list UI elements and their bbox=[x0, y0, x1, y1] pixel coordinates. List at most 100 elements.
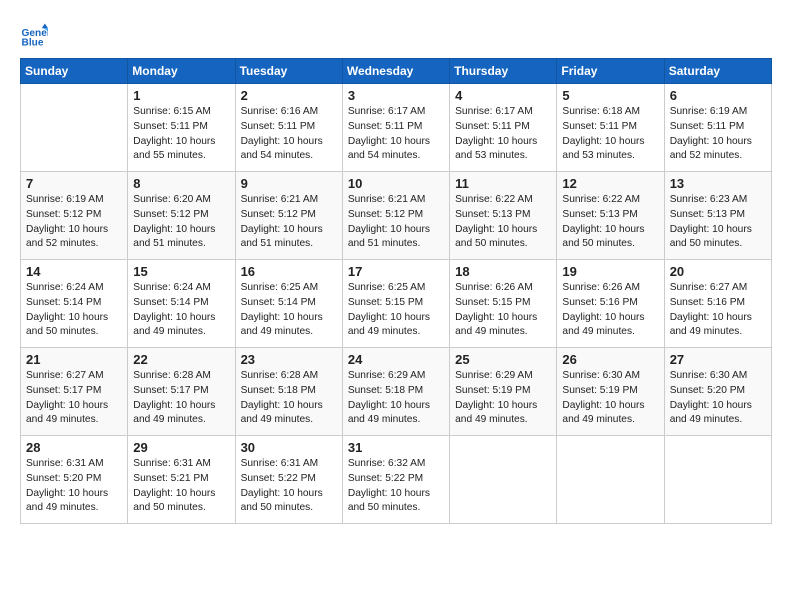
day-info: Sunrise: 6:18 AM Sunset: 5:11 PM Dayligh… bbox=[562, 105, 658, 164]
calendar-cell: 26 Sunrise: 6:30 AM Sunset: 5:19 PM Dayli… bbox=[557, 348, 664, 436]
calendar-week-row: 1 Sunrise: 6:15 AM Sunset: 5:11 PM Daylig… bbox=[21, 84, 772, 172]
calendar-page: General Blue SundayMondayTuesdayWednesda… bbox=[0, 0, 792, 612]
calendar-cell: 5Sunrise: 6:18 AM Sunset: 5:11 PM Daylig… bbox=[557, 84, 664, 172]
day-info: Sunrise: 6:22 AM Sunset: 5:13 PM Dayligh… bbox=[562, 193, 658, 252]
calendar-cell: 15 Sunrise: 6:24 AM Sunset: 5:14 PM Dayli… bbox=[128, 260, 235, 348]
header: General Blue bbox=[20, 18, 772, 50]
day-info: Sunrise: 6:30 AM Sunset: 5:19 PM Dayligh… bbox=[562, 369, 658, 428]
day-info: Sunrise: 6:28 AM Sunset: 5:17 PM Dayligh… bbox=[133, 369, 229, 428]
day-info: Sunrise: 6:22 AM Sunset: 5:13 PM Dayligh… bbox=[455, 193, 551, 252]
day-info: Sunrise: 6:19 AM Sunset: 5:12 PM Dayligh… bbox=[26, 193, 122, 252]
calendar-cell: 22 Sunrise: 6:28 AM Sunset: 5:17 PM Dayli… bbox=[128, 348, 235, 436]
calendar-cell: 27 Sunrise: 6:30 AM Sunset: 5:20 PM Dayli… bbox=[664, 348, 771, 436]
day-number: 21 bbox=[26, 352, 122, 367]
calendar-cell: 31 Sunrise: 6:32 AM Sunset: 5:22 PM Dayli… bbox=[342, 436, 449, 524]
day-number: 17 bbox=[348, 264, 444, 279]
calendar-cell: 6 Sunrise: 6:19 AM Sunset: 5:11 PM Daylig… bbox=[664, 84, 771, 172]
calendar-cell bbox=[557, 436, 664, 524]
day-number: 14 bbox=[26, 264, 122, 279]
logo: General Blue bbox=[20, 22, 50, 50]
weekday-header: Monday bbox=[128, 59, 235, 84]
day-number: 3 bbox=[348, 88, 444, 103]
calendar-cell: 20 Sunrise: 6:27 AM Sunset: 5:16 PM Dayli… bbox=[664, 260, 771, 348]
day-info: Sunrise: 6:24 AM Sunset: 5:14 PM Dayligh… bbox=[26, 281, 122, 340]
day-info: Sunrise: 6:28 AM Sunset: 5:18 PM Dayligh… bbox=[241, 369, 337, 428]
day-number: 2 bbox=[241, 88, 337, 103]
weekday-header: Saturday bbox=[664, 59, 771, 84]
day-number: 12 bbox=[562, 176, 658, 191]
day-info: Sunrise: 6:29 AM Sunset: 5:19 PM Dayligh… bbox=[455, 369, 551, 428]
calendar-cell: 2Sunrise: 6:16 AM Sunset: 5:11 PM Daylig… bbox=[235, 84, 342, 172]
weekday-header: Sunday bbox=[21, 59, 128, 84]
day-number: 8 bbox=[133, 176, 229, 191]
calendar-cell: 9 Sunrise: 6:21 AM Sunset: 5:12 PM Daylig… bbox=[235, 172, 342, 260]
day-number: 11 bbox=[455, 176, 551, 191]
calendar-cell: 4Sunrise: 6:17 AM Sunset: 5:11 PM Daylig… bbox=[450, 84, 557, 172]
weekday-header: Wednesday bbox=[342, 59, 449, 84]
calendar-cell: 30Sunrise: 6:31 AM Sunset: 5:22 PM Dayli… bbox=[235, 436, 342, 524]
day-info: Sunrise: 6:17 AM Sunset: 5:11 PM Dayligh… bbox=[455, 105, 551, 164]
day-info: Sunrise: 6:26 AM Sunset: 5:15 PM Dayligh… bbox=[455, 281, 551, 340]
day-info: Sunrise: 6:25 AM Sunset: 5:14 PM Dayligh… bbox=[241, 281, 337, 340]
day-info: Sunrise: 6:30 AM Sunset: 5:20 PM Dayligh… bbox=[670, 369, 766, 428]
calendar-cell: 10Sunrise: 6:21 AM Sunset: 5:12 PM Dayli… bbox=[342, 172, 449, 260]
day-number: 31 bbox=[348, 440, 444, 455]
day-info: Sunrise: 6:24 AM Sunset: 5:14 PM Dayligh… bbox=[133, 281, 229, 340]
day-info: Sunrise: 6:27 AM Sunset: 5:17 PM Dayligh… bbox=[26, 369, 122, 428]
day-info: Sunrise: 6:19 AM Sunset: 5:11 PM Dayligh… bbox=[670, 105, 766, 164]
calendar-cell: 21 Sunrise: 6:27 AM Sunset: 5:17 PM Dayli… bbox=[21, 348, 128, 436]
day-number: 22 bbox=[133, 352, 229, 367]
calendar-cell: 3 Sunrise: 6:17 AM Sunset: 5:11 PM Daylig… bbox=[342, 84, 449, 172]
day-number: 27 bbox=[670, 352, 766, 367]
day-number: 19 bbox=[562, 264, 658, 279]
day-info: Sunrise: 6:26 AM Sunset: 5:16 PM Dayligh… bbox=[562, 281, 658, 340]
weekday-header: Friday bbox=[557, 59, 664, 84]
day-number: 28 bbox=[26, 440, 122, 455]
calendar-week-row: 14 Sunrise: 6:24 AM Sunset: 5:14 PM Dayli… bbox=[21, 260, 772, 348]
day-number: 18 bbox=[455, 264, 551, 279]
weekday-header: Thursday bbox=[450, 59, 557, 84]
logo-icon: General Blue bbox=[20, 22, 48, 50]
day-number: 7 bbox=[26, 176, 122, 191]
calendar-cell: 25 Sunrise: 6:29 AM Sunset: 5:19 PM Dayli… bbox=[450, 348, 557, 436]
day-number: 25 bbox=[455, 352, 551, 367]
calendar-cell: 8Sunrise: 6:20 AM Sunset: 5:12 PM Daylig… bbox=[128, 172, 235, 260]
day-number: 9 bbox=[241, 176, 337, 191]
day-number: 24 bbox=[348, 352, 444, 367]
calendar-cell: 23Sunrise: 6:28 AM Sunset: 5:18 PM Dayli… bbox=[235, 348, 342, 436]
calendar-cell: 17Sunrise: 6:25 AM Sunset: 5:15 PM Dayli… bbox=[342, 260, 449, 348]
calendar-cell: 29Sunrise: 6:31 AM Sunset: 5:21 PM Dayli… bbox=[128, 436, 235, 524]
calendar-cell bbox=[21, 84, 128, 172]
calendar-cell bbox=[450, 436, 557, 524]
weekday-header: Tuesday bbox=[235, 59, 342, 84]
calendar-week-row: 21 Sunrise: 6:27 AM Sunset: 5:17 PM Dayli… bbox=[21, 348, 772, 436]
day-info: Sunrise: 6:17 AM Sunset: 5:11 PM Dayligh… bbox=[348, 105, 444, 164]
day-info: Sunrise: 6:31 AM Sunset: 5:21 PM Dayligh… bbox=[133, 457, 229, 516]
day-info: Sunrise: 6:21 AM Sunset: 5:12 PM Dayligh… bbox=[241, 193, 337, 252]
calendar-cell: 14 Sunrise: 6:24 AM Sunset: 5:14 PM Dayli… bbox=[21, 260, 128, 348]
day-info: Sunrise: 6:31 AM Sunset: 5:22 PM Dayligh… bbox=[241, 457, 337, 516]
calendar-week-row: 28Sunrise: 6:31 AM Sunset: 5:20 PM Dayli… bbox=[21, 436, 772, 524]
day-number: 26 bbox=[562, 352, 658, 367]
day-info: Sunrise: 6:15 AM Sunset: 5:11 PM Dayligh… bbox=[133, 105, 229, 164]
calendar-cell: 7 Sunrise: 6:19 AM Sunset: 5:12 PM Daylig… bbox=[21, 172, 128, 260]
calendar-cell: 13Sunrise: 6:23 AM Sunset: 5:13 PM Dayli… bbox=[664, 172, 771, 260]
day-number: 6 bbox=[670, 88, 766, 103]
calendar-body: 1 Sunrise: 6:15 AM Sunset: 5:11 PM Daylig… bbox=[21, 84, 772, 524]
calendar-cell: 12 Sunrise: 6:22 AM Sunset: 5:13 PM Dayli… bbox=[557, 172, 664, 260]
day-number: 20 bbox=[670, 264, 766, 279]
calendar-cell: 24Sunrise: 6:29 AM Sunset: 5:18 PM Dayli… bbox=[342, 348, 449, 436]
calendar-cell bbox=[664, 436, 771, 524]
day-number: 10 bbox=[348, 176, 444, 191]
calendar-cell: 11 Sunrise: 6:22 AM Sunset: 5:13 PM Dayli… bbox=[450, 172, 557, 260]
calendar-cell: 18 Sunrise: 6:26 AM Sunset: 5:15 PM Dayli… bbox=[450, 260, 557, 348]
day-number: 1 bbox=[133, 88, 229, 103]
calendar-week-row: 7 Sunrise: 6:19 AM Sunset: 5:12 PM Daylig… bbox=[21, 172, 772, 260]
day-info: Sunrise: 6:27 AM Sunset: 5:16 PM Dayligh… bbox=[670, 281, 766, 340]
svg-text:Blue: Blue bbox=[22, 37, 44, 48]
calendar-cell: 16Sunrise: 6:25 AM Sunset: 5:14 PM Dayli… bbox=[235, 260, 342, 348]
day-number: 15 bbox=[133, 264, 229, 279]
calendar-cell: 19 Sunrise: 6:26 AM Sunset: 5:16 PM Dayli… bbox=[557, 260, 664, 348]
day-info: Sunrise: 6:23 AM Sunset: 5:13 PM Dayligh… bbox=[670, 193, 766, 252]
day-info: Sunrise: 6:32 AM Sunset: 5:22 PM Dayligh… bbox=[348, 457, 444, 516]
